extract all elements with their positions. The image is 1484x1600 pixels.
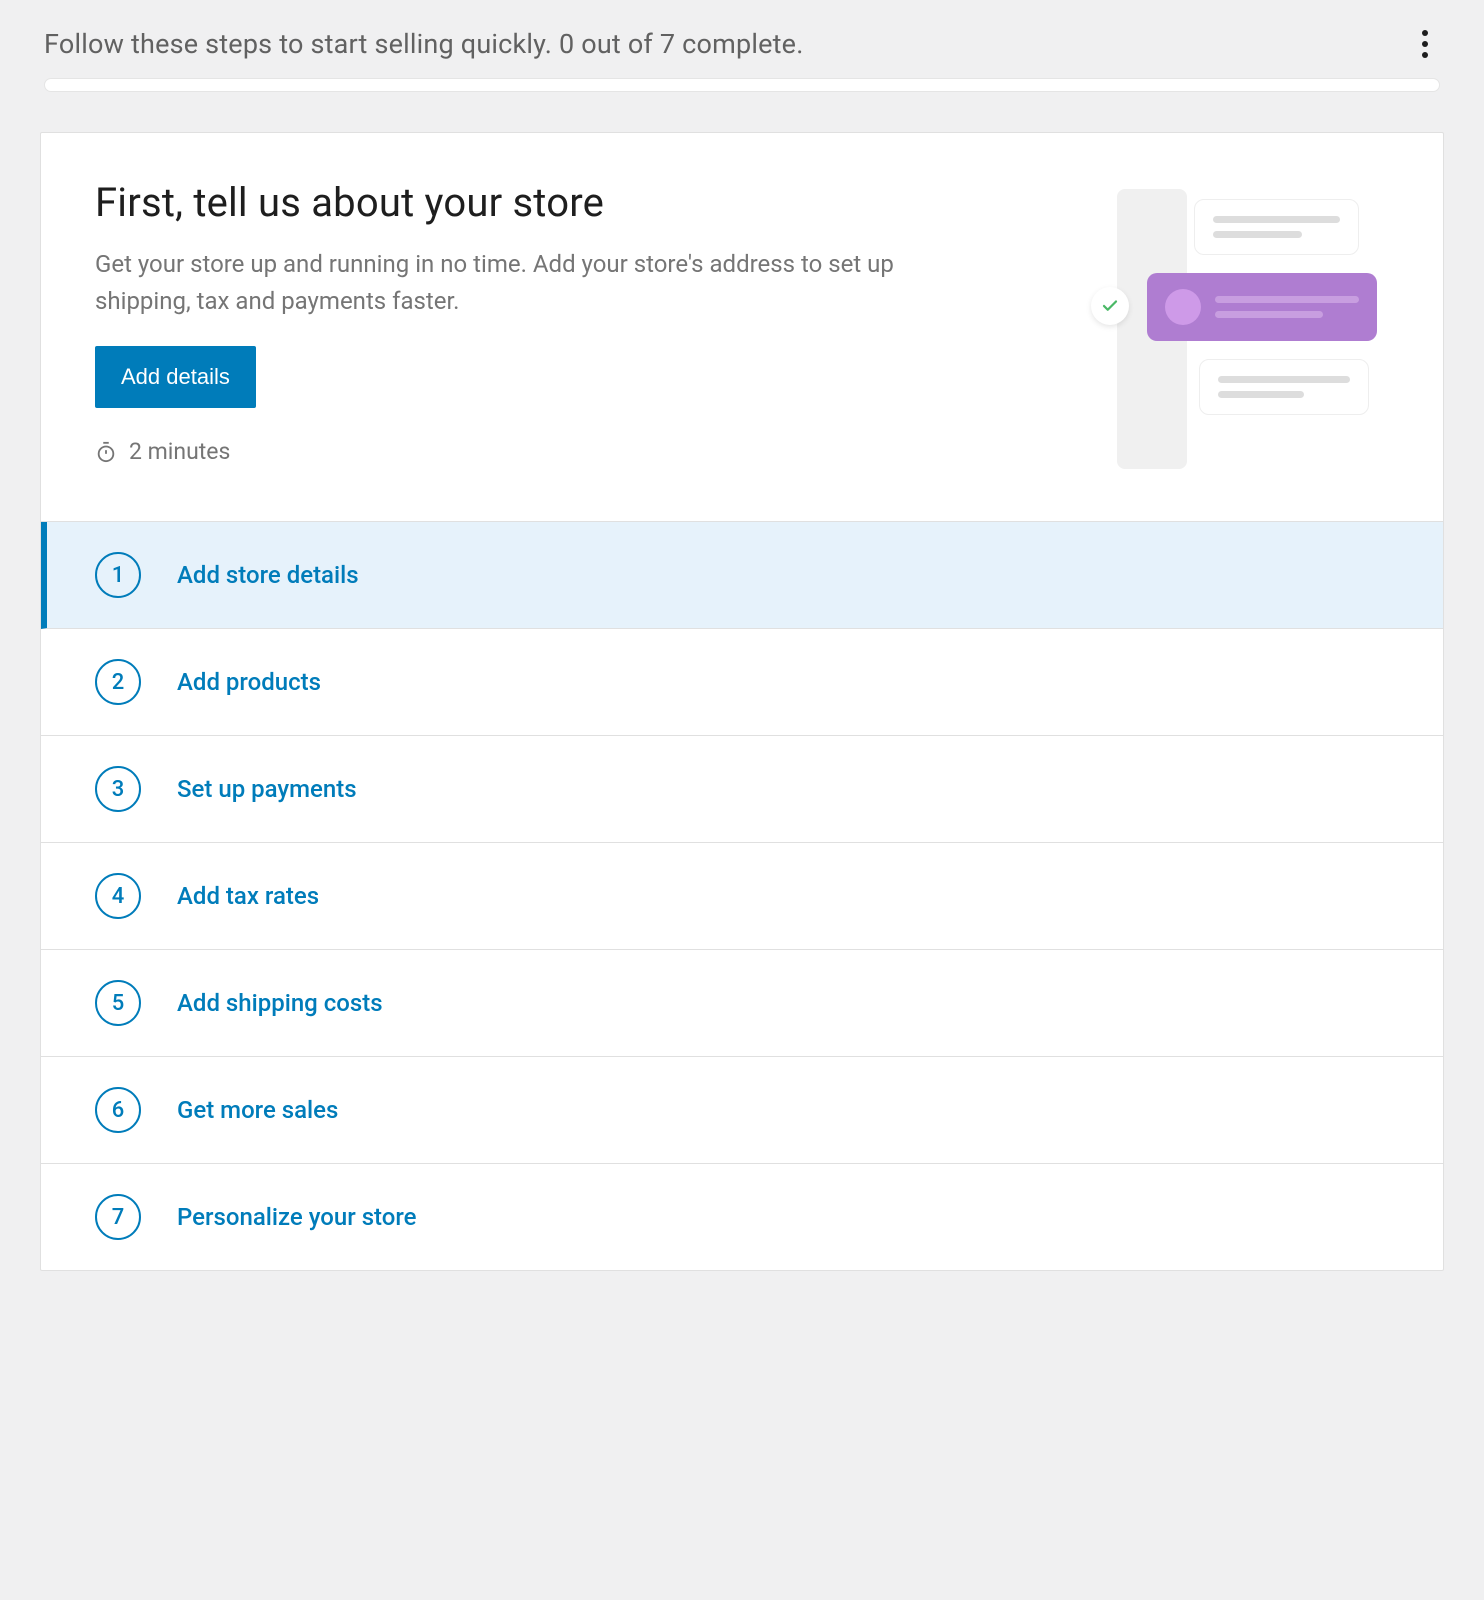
task-label: Get more sales [177, 1096, 338, 1124]
more-options-button[interactable] [1410, 29, 1440, 59]
task-item-5[interactable]: 5 Add shipping costs [41, 950, 1443, 1057]
task-label: Set up payments [177, 775, 357, 803]
setup-card: First, tell us about your store Get your… [40, 132, 1444, 1271]
progress-bar [44, 78, 1440, 92]
task-item-6[interactable]: 6 Get more sales [41, 1057, 1443, 1164]
time-estimate-label: 2 minutes [129, 438, 230, 465]
task-step-number: 4 [95, 873, 141, 919]
task-item-4[interactable]: 4 Add tax rates [41, 843, 1443, 950]
task-step-number: 5 [95, 980, 141, 1026]
hero-illustration [1077, 189, 1387, 425]
add-details-button[interactable]: Add details [95, 346, 256, 408]
task-item-7[interactable]: 7 Personalize your store [41, 1164, 1443, 1270]
task-label: Add products [177, 668, 321, 696]
hero-title: First, tell us about your store [95, 179, 955, 226]
task-step-number: 3 [95, 766, 141, 812]
time-estimate: 2 minutes [95, 438, 955, 501]
task-label: Add tax rates [177, 882, 319, 910]
task-label: Personalize your store [177, 1203, 417, 1231]
stopwatch-icon [95, 441, 117, 463]
task-step-number: 6 [95, 1087, 141, 1133]
task-list: 1 Add store details 2 Add products 3 Set up p… [41, 521, 1443, 1270]
task-item-2[interactable]: 2 Add products [41, 629, 1443, 736]
task-step-number: 7 [95, 1194, 141, 1240]
task-label: Add shipping costs [177, 989, 383, 1017]
task-item-3[interactable]: 3 Set up payments [41, 736, 1443, 843]
task-step-number: 2 [95, 659, 141, 705]
hero-description: Get your store up and running in no time… [95, 246, 955, 320]
task-item-1[interactable]: 1 Add store details [41, 522, 1443, 629]
task-step-number: 1 [95, 552, 141, 598]
check-icon [1091, 287, 1129, 325]
task-label: Add store details [177, 561, 359, 589]
page-subtitle: Follow these steps to start selling quic… [44, 28, 804, 60]
